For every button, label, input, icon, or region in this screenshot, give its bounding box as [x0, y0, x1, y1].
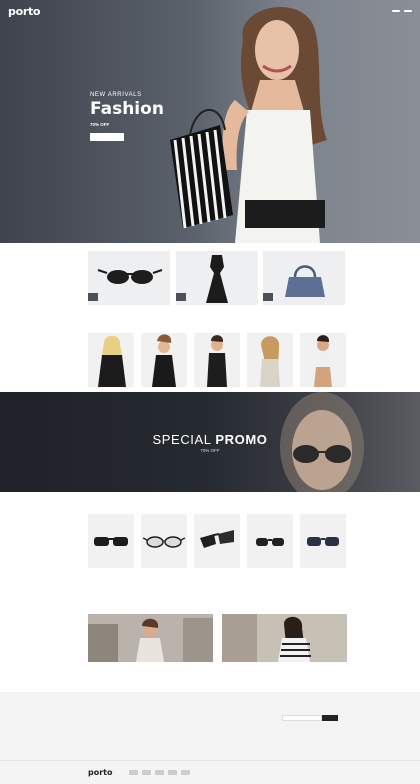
product-image: [194, 514, 240, 568]
blog-post[interactable]: [222, 614, 347, 666]
product-card[interactable]: [88, 333, 134, 390]
sunglasses-icon: [94, 537, 128, 546]
product-image: [300, 514, 346, 568]
cart-button[interactable]: [404, 10, 412, 12]
product-card[interactable]: [194, 514, 240, 571]
payment-icons: [128, 770, 190, 775]
header-button-1[interactable]: [392, 10, 400, 12]
hero-shop-button[interactable]: [90, 133, 124, 141]
promo-title-light: SPECIAL: [152, 432, 212, 447]
footer-logo[interactable]: porto: [88, 768, 113, 777]
hero-title: Fashion: [90, 99, 164, 119]
promo-title: SPECIAL PROMO: [0, 432, 420, 447]
product-image: [88, 333, 134, 387]
blog-post-image: [222, 614, 347, 662]
blog-post[interactable]: [88, 614, 213, 666]
header-actions: [384, 10, 412, 12]
category-banner-handbag[interactable]: [263, 251, 345, 305]
product-card[interactable]: [141, 333, 187, 390]
site-footer: porto: [0, 692, 420, 784]
sunglasses-image: [97, 269, 163, 284]
payment-card-icon: [154, 770, 164, 775]
product-card[interactable]: [300, 514, 346, 571]
site-logo[interactable]: porto: [8, 6, 40, 17]
category-label: [263, 293, 273, 301]
hero-discount: 70% OFF: [90, 122, 110, 127]
product-image: [300, 333, 346, 387]
blog-post-image: [88, 614, 213, 662]
site-logo-text: porto: [8, 4, 41, 18]
promo-title-bold: PROMO: [215, 432, 268, 447]
category-label: [176, 293, 186, 301]
product-image: [141, 514, 187, 568]
product-image: [141, 333, 187, 387]
hero-subtitle: 70% OFF: [90, 122, 164, 127]
sunglasses-icon: [142, 536, 186, 548]
dress-image: [206, 255, 228, 303]
category-label: [88, 293, 98, 301]
hero-banner: New Arrivals Fashion 70% OFF: [0, 0, 420, 243]
newsletter-subscribe-button[interactable]: [322, 714, 338, 721]
promo-subtitle: 70% OFF: [200, 448, 220, 453]
sunglasses-icon: [200, 530, 234, 548]
hero-kicker: New Arrivals: [90, 92, 142, 98]
category-banner-dress[interactable]: [176, 251, 258, 305]
footer-bottom-bar: porto: [0, 760, 420, 784]
sunglasses-icon: [256, 538, 284, 546]
footer-column-1: [88, 704, 136, 709]
footer-column-4: [282, 704, 344, 727]
payment-card-icon: [128, 770, 138, 775]
product-card[interactable]: [88, 514, 134, 571]
product-image: [194, 333, 240, 387]
product-card[interactable]: [194, 333, 240, 390]
category-banner-sunglasses[interactable]: [88, 251, 170, 305]
product-image: [88, 514, 134, 568]
hero-model-image: [170, 6, 327, 243]
footer-column-3: [219, 704, 275, 709]
product-card[interactable]: [247, 333, 293, 390]
sunglasses-icon: [307, 537, 339, 546]
payment-card-icon: [180, 770, 190, 775]
product-card[interactable]: [247, 514, 293, 571]
newsletter-email-input[interactable]: [282, 714, 322, 721]
product-image: [247, 514, 293, 568]
special-promo-banner: SPECIAL PROMO 70% OFF: [0, 392, 420, 492]
product-card[interactable]: [141, 514, 187, 571]
product-image: [247, 333, 293, 387]
page: New Arrivals Fashion 70% OFF porto: [0, 0, 420, 784]
footer-column-2: [148, 704, 210, 709]
site-header: porto: [0, 0, 420, 22]
hero-copy: New Arrivals Fashion 70% OFF: [90, 92, 164, 146]
handbag-image: [285, 265, 325, 297]
payment-card-icon: [167, 770, 177, 775]
payment-card-icon: [141, 770, 151, 775]
product-card[interactable]: [300, 333, 346, 390]
